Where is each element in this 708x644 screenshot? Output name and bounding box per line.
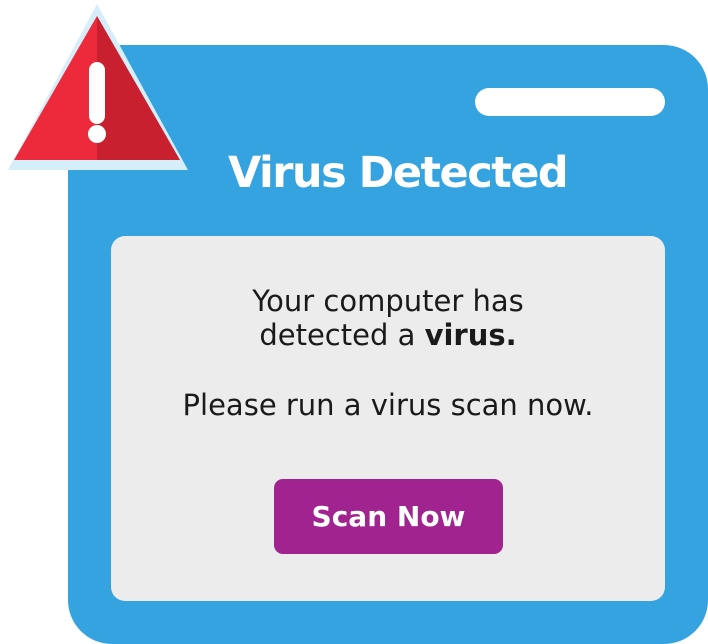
message-line-3: Please run a virus scan now. bbox=[182, 388, 594, 422]
scan-now-button[interactable]: Scan Now bbox=[274, 479, 503, 554]
warning-triangle-icon bbox=[8, 4, 188, 170]
message-line-2: detected a virus. bbox=[111, 318, 665, 352]
window-title: Virus Detected bbox=[228, 148, 569, 198]
message-line-2-text: detected a bbox=[259, 318, 425, 352]
message-emphasis: virus. bbox=[424, 318, 517, 352]
alert-message: Your computer has detected a virus. Plea… bbox=[111, 284, 665, 422]
content-panel: Your computer has detected a virus. Plea… bbox=[111, 236, 665, 601]
virus-alert-illustration: Virus Detected Your computer has detecte… bbox=[0, 0, 708, 644]
titlebar-bar bbox=[475, 88, 665, 116]
message-line-1: Your computer has bbox=[252, 284, 524, 318]
